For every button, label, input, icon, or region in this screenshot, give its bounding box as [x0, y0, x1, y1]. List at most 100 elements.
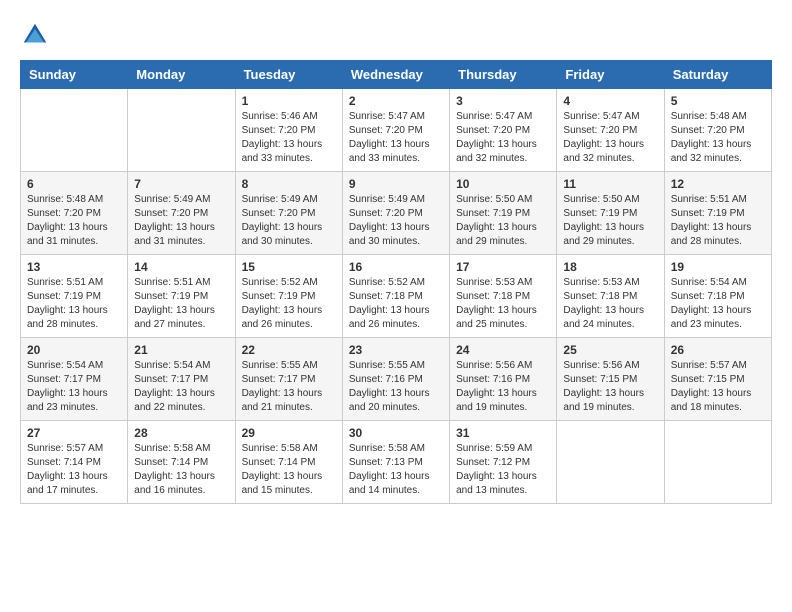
calendar-cell: 21 Sunrise: 5:54 AM Sunset: 7:17 PM Dayli…: [128, 338, 235, 421]
day-number: 4: [563, 94, 657, 108]
day-info: Sunrise: 5:55 AM Sunset: 7:16 PM Dayligh…: [349, 359, 443, 415]
calendar-cell: 16 Sunrise: 5:52 AM Sunset: 7:18 PM Dayli…: [342, 255, 449, 338]
day-info: Sunrise: 5:46 AM Sunset: 7:20 PM Dayligh…: [242, 110, 336, 166]
day-info: Sunrise: 5:52 AM Sunset: 7:19 PM Dayligh…: [242, 276, 336, 332]
day-info: Sunrise: 5:48 AM Sunset: 7:20 PM Dayligh…: [27, 193, 121, 249]
calendar-cell: 12Sunrise: 5:51 AM Sunset: 7:19 PM Dayli…: [664, 172, 771, 255]
calendar-cell: [128, 89, 235, 172]
day-info: Sunrise: 5:49 AM Sunset: 7:20 PM Dayligh…: [349, 193, 443, 249]
day-number: 6: [27, 177, 121, 191]
day-info: Sunrise: 5:49 AM Sunset: 7:20 PM Dayligh…: [134, 193, 228, 249]
day-info: Sunrise: 5:50 AM Sunset: 7:19 PM Dayligh…: [456, 193, 550, 249]
calendar-cell: [557, 421, 664, 504]
day-info: Sunrise: 5:58 AM Sunset: 7:14 PM Dayligh…: [242, 442, 336, 498]
day-info: Sunrise: 5:58 AM Sunset: 7:13 PM Dayligh…: [349, 442, 443, 498]
calendar-cell: 31Sunrise: 5:59 AM Sunset: 7:12 PM Dayli…: [450, 421, 557, 504]
calendar-cell: 18 Sunrise: 5:53 AM Sunset: 7:18 PM Dayli…: [557, 255, 664, 338]
calendar-cell: 6 Sunrise: 5:48 AM Sunset: 7:20 PM Daylig…: [21, 172, 128, 255]
calendar-cell: 24 Sunrise: 5:56 AM Sunset: 7:16 PM Dayli…: [450, 338, 557, 421]
calendar-cell: [664, 421, 771, 504]
calendar-cell: 22 Sunrise: 5:55 AM Sunset: 7:17 PM Dayli…: [235, 338, 342, 421]
day-info: Sunrise: 5:56 AM Sunset: 7:16 PM Dayligh…: [456, 359, 550, 415]
day-number: 14: [134, 260, 228, 274]
day-info: Sunrise: 5:54 AM Sunset: 7:17 PM Dayligh…: [27, 359, 121, 415]
day-number: 21: [134, 343, 228, 357]
day-number: 7: [134, 177, 228, 191]
calendar-cell: 20 Sunrise: 5:54 AM Sunset: 7:17 PM Dayli…: [21, 338, 128, 421]
day-info: Sunrise: 5:53 AM Sunset: 7:18 PM Dayligh…: [563, 276, 657, 332]
calendar-cell: 10 Sunrise: 5:50 AM Sunset: 7:19 PM Dayli…: [450, 172, 557, 255]
header-thursday: Thursday: [450, 61, 557, 89]
calendar-cell: 2Sunrise: 5:47 AM Sunset: 7:20 PM Daylig…: [342, 89, 449, 172]
day-info: Sunrise: 5:51 AM Sunset: 7:19 PM Dayligh…: [134, 276, 228, 332]
day-number: 12: [671, 177, 765, 191]
day-info: Sunrise: 5:55 AM Sunset: 7:17 PM Dayligh…: [242, 359, 336, 415]
day-number: 20: [27, 343, 121, 357]
calendar-cell: 15 Sunrise: 5:52 AM Sunset: 7:19 PM Dayli…: [235, 255, 342, 338]
day-number: 16: [349, 260, 443, 274]
day-number: 18: [563, 260, 657, 274]
calendar-header-row: SundayMondayTuesdayWednesdayThursdayFrid…: [21, 61, 772, 89]
calendar-cell: 28 Sunrise: 5:58 AM Sunset: 7:14 PM Dayli…: [128, 421, 235, 504]
day-number: 3: [456, 94, 550, 108]
day-number: 10: [456, 177, 550, 191]
day-info: Sunrise: 5:57 AM Sunset: 7:15 PM Dayligh…: [671, 359, 765, 415]
day-info: Sunrise: 5:57 AM Sunset: 7:14 PM Dayligh…: [27, 442, 121, 498]
calendar-cell: 25 Sunrise: 5:56 AM Sunset: 7:15 PM Dayli…: [557, 338, 664, 421]
calendar-cell: 14 Sunrise: 5:51 AM Sunset: 7:19 PM Dayli…: [128, 255, 235, 338]
day-number: 22: [242, 343, 336, 357]
page-header: [20, 20, 772, 50]
calendar-week-4: 20 Sunrise: 5:54 AM Sunset: 7:17 PM Dayli…: [21, 338, 772, 421]
day-info: Sunrise: 5:52 AM Sunset: 7:18 PM Dayligh…: [349, 276, 443, 332]
calendar-cell: 26 Sunrise: 5:57 AM Sunset: 7:15 PM Dayli…: [664, 338, 771, 421]
day-info: Sunrise: 5:51 AM Sunset: 7:19 PM Dayligh…: [27, 276, 121, 332]
calendar-cell: 17Sunrise: 5:53 AM Sunset: 7:18 PM Dayli…: [450, 255, 557, 338]
day-number: 30: [349, 426, 443, 440]
day-number: 23: [349, 343, 443, 357]
day-number: 24: [456, 343, 550, 357]
calendar-cell: 13 Sunrise: 5:51 AM Sunset: 7:19 PM Dayli…: [21, 255, 128, 338]
header-tuesday: Tuesday: [235, 61, 342, 89]
calendar-cell: 29 Sunrise: 5:58 AM Sunset: 7:14 PM Dayli…: [235, 421, 342, 504]
day-info: Sunrise: 5:56 AM Sunset: 7:15 PM Dayligh…: [563, 359, 657, 415]
day-number: 11: [563, 177, 657, 191]
day-number: 26: [671, 343, 765, 357]
day-number: 2: [349, 94, 443, 108]
calendar-cell: 7 Sunrise: 5:49 AM Sunset: 7:20 PM Daylig…: [128, 172, 235, 255]
day-number: 19: [671, 260, 765, 274]
day-info: Sunrise: 5:54 AM Sunset: 7:17 PM Dayligh…: [134, 359, 228, 415]
calendar-week-2: 6 Sunrise: 5:48 AM Sunset: 7:20 PM Daylig…: [21, 172, 772, 255]
calendar-cell: 19 Sunrise: 5:54 AM Sunset: 7:18 PM Dayli…: [664, 255, 771, 338]
calendar-week-3: 13 Sunrise: 5:51 AM Sunset: 7:19 PM Dayli…: [21, 255, 772, 338]
calendar-week-1: 1 Sunrise: 5:46 AM Sunset: 7:20 PM Daylig…: [21, 89, 772, 172]
header-sunday: Sunday: [21, 61, 128, 89]
day-info: Sunrise: 5:58 AM Sunset: 7:14 PM Dayligh…: [134, 442, 228, 498]
logo: [20, 20, 54, 50]
day-info: Sunrise: 5:49 AM Sunset: 7:20 PM Dayligh…: [242, 193, 336, 249]
calendar-cell: 27 Sunrise: 5:57 AM Sunset: 7:14 PM Dayli…: [21, 421, 128, 504]
calendar-week-5: 27 Sunrise: 5:57 AM Sunset: 7:14 PM Dayli…: [21, 421, 772, 504]
day-number: 5: [671, 94, 765, 108]
day-number: 25: [563, 343, 657, 357]
day-number: 9: [349, 177, 443, 191]
header-saturday: Saturday: [664, 61, 771, 89]
day-info: Sunrise: 5:50 AM Sunset: 7:19 PM Dayligh…: [563, 193, 657, 249]
day-number: 15: [242, 260, 336, 274]
calendar-cell: 30 Sunrise: 5:58 AM Sunset: 7:13 PM Dayli…: [342, 421, 449, 504]
calendar-cell: [21, 89, 128, 172]
calendar-cell: 23 Sunrise: 5:55 AM Sunset: 7:16 PM Dayli…: [342, 338, 449, 421]
day-number: 13: [27, 260, 121, 274]
day-number: 27: [27, 426, 121, 440]
day-number: 8: [242, 177, 336, 191]
day-info: Sunrise: 5:47 AM Sunset: 7:20 PM Dayligh…: [563, 110, 657, 166]
calendar-cell: 9 Sunrise: 5:49 AM Sunset: 7:20 PM Daylig…: [342, 172, 449, 255]
day-info: Sunrise: 5:54 AM Sunset: 7:18 PM Dayligh…: [671, 276, 765, 332]
header-friday: Friday: [557, 61, 664, 89]
day-number: 28: [134, 426, 228, 440]
calendar-cell: 5Sunrise: 5:48 AM Sunset: 7:20 PM Daylig…: [664, 89, 771, 172]
day-info: Sunrise: 5:59 AM Sunset: 7:12 PM Dayligh…: [456, 442, 550, 498]
header-wednesday: Wednesday: [342, 61, 449, 89]
day-number: 1: [242, 94, 336, 108]
calendar-cell: 1 Sunrise: 5:46 AM Sunset: 7:20 PM Daylig…: [235, 89, 342, 172]
day-number: 29: [242, 426, 336, 440]
